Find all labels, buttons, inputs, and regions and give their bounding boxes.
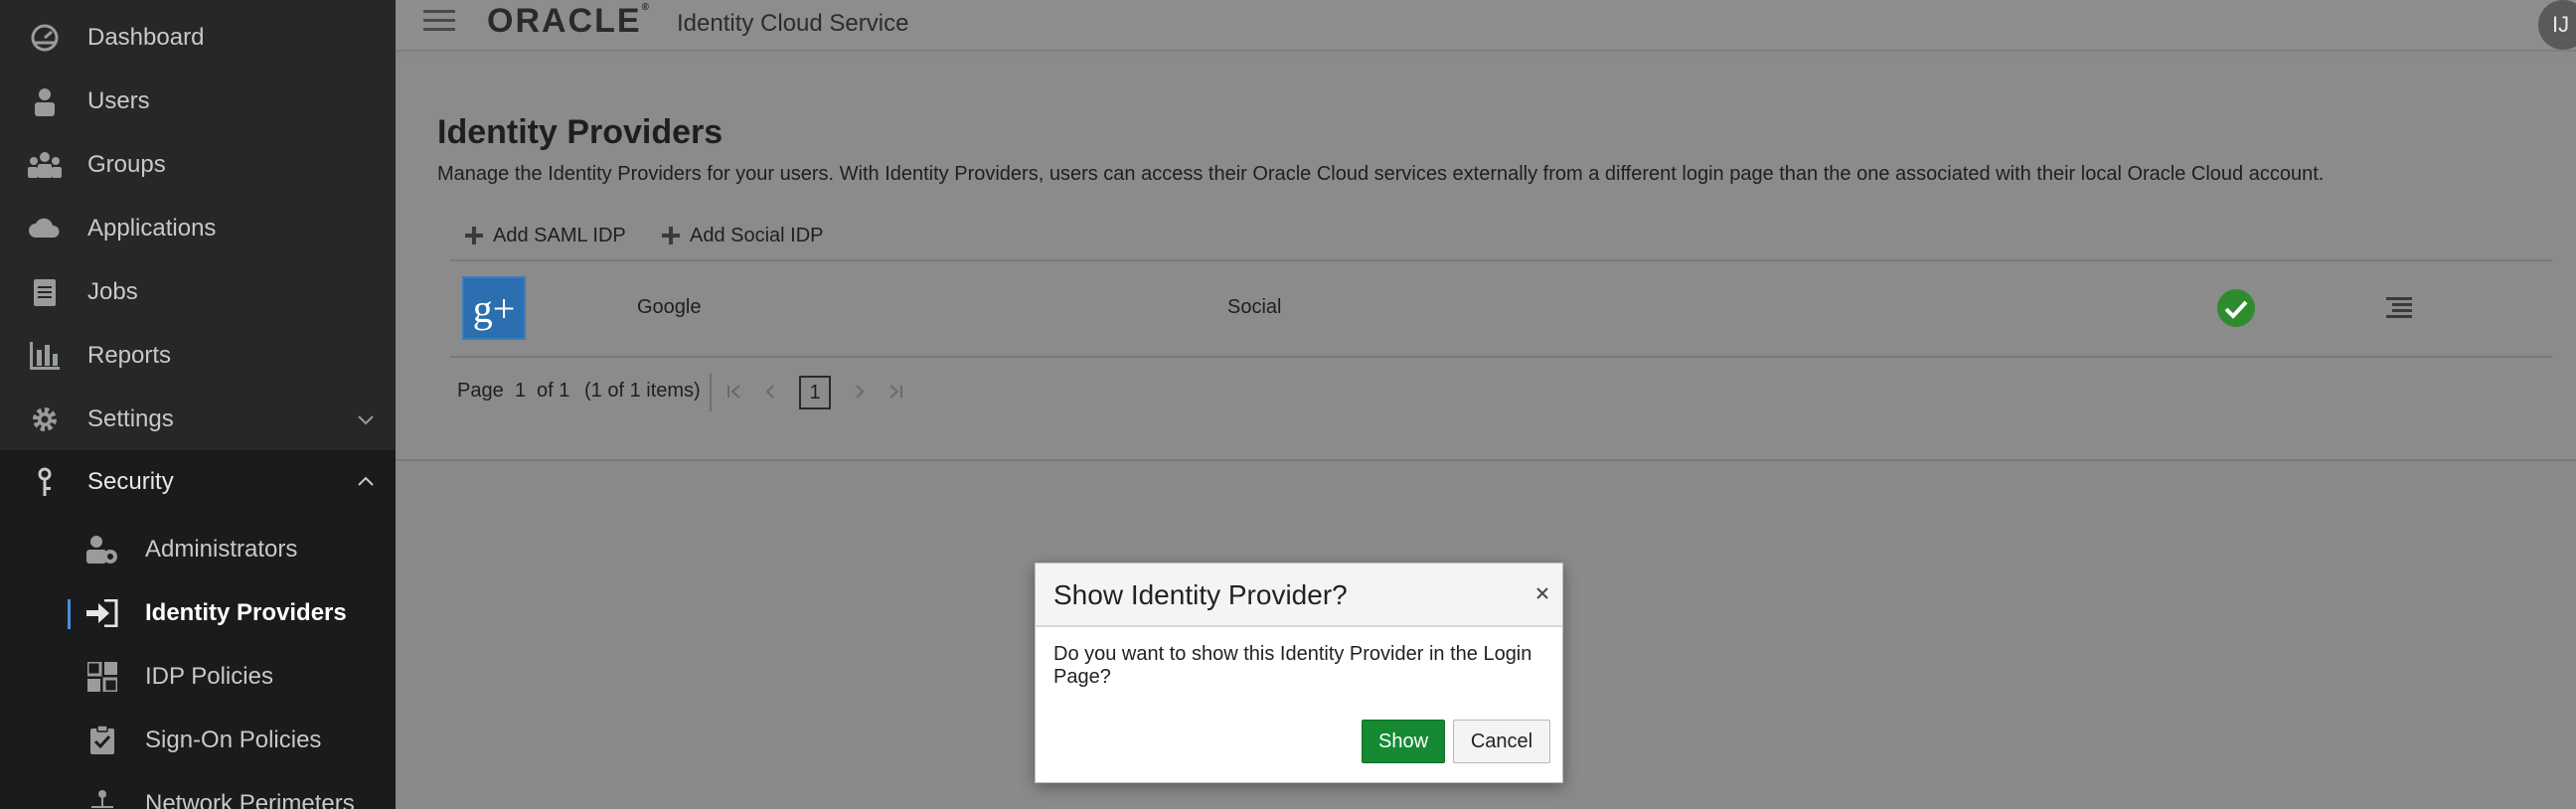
oracle-logo: ORACLE® [487, 2, 651, 40]
table-row[interactable]: g+ Google Social [450, 260, 2552, 356]
idp-type: Social [1227, 296, 1282, 318]
sidebar-item-label: Sign-On Policies [145, 727, 322, 753]
add-social-idp-label: Add Social IDP [690, 224, 824, 246]
sidebar-item-label: Applications [87, 215, 217, 242]
sidebar-item-idp-policies[interactable]: IDP Policies [0, 645, 396, 709]
idp-policies-icon [85, 660, 119, 694]
sidebar-item-jobs[interactable]: Jobs [0, 260, 396, 324]
page-title: Identity Providers [437, 113, 724, 151]
sidebar-item-settings[interactable]: Settings [0, 388, 396, 451]
sidebar-item-label: Jobs [87, 278, 138, 305]
reports-icon [28, 339, 62, 373]
dialog-title: Show Identity Provider? [1053, 579, 1348, 610]
sidebar-item-dashboard[interactable]: Dashboard [0, 6, 396, 70]
avatar[interactable]: IJ [2538, 0, 2576, 50]
check-circle-icon[interactable] [2216, 288, 2256, 328]
sidebar-item-label: Users [87, 87, 150, 114]
next-page-icon[interactable] [851, 382, 869, 402]
chevron-up-icon [358, 476, 374, 486]
user-icon [28, 84, 62, 118]
pager-page-number: 1 [515, 380, 527, 402]
pager-of-label: of 1 [537, 380, 570, 402]
sidebar-item-label: Groups [87, 151, 166, 178]
sidebar-item-label: Identity Providers [145, 599, 347, 626]
key-icon [28, 465, 62, 499]
active-indicator [68, 599, 71, 629]
sidebar-item-label: Network Perimeters [145, 790, 355, 809]
cancel-button[interactable]: Cancel [1453, 720, 1550, 763]
add-saml-idp-label: Add SAML IDP [493, 224, 626, 246]
pager-separator [710, 374, 712, 411]
show-button[interactable]: Show [1362, 720, 1445, 763]
plus-icon [465, 227, 483, 244]
sidebar-item-label: Settings [87, 405, 174, 432]
idp-name: Google [637, 296, 702, 318]
google-plus-logo: g+ [462, 276, 526, 340]
sidebar-item-security[interactable]: Security [0, 450, 396, 514]
gear-icon [28, 403, 62, 436]
admin-icon [85, 533, 119, 566]
current-page-button[interactable]: 1 [799, 376, 831, 409]
clipboard-check-icon [85, 724, 119, 757]
table-divider [450, 356, 2552, 358]
page-description: Manage the Identity Providers for your u… [437, 163, 2325, 185]
sidebar-item-groups[interactable]: Groups [0, 133, 396, 197]
sidebar-item-reports[interactable]: Reports [0, 324, 396, 388]
sidebar-item-network-perimeters[interactable]: Network Perimeters [0, 772, 396, 809]
network-icon [85, 787, 119, 809]
cloud-icon [28, 212, 62, 245]
sidebar-item-label: IDP Policies [145, 663, 273, 690]
sign-in-icon [85, 596, 119, 630]
sidebar-item-users[interactable]: Users [0, 70, 396, 133]
add-social-idp-button[interactable]: Add Social IDP [660, 219, 824, 252]
pager-items-label: (1 of 1 items) [584, 380, 701, 402]
add-saml-idp-button[interactable]: Add SAML IDP [463, 219, 626, 252]
dashboard-icon [28, 21, 62, 55]
sidebar-item-applications[interactable]: Applications [0, 197, 396, 260]
top-header: ORACLE® Identity Cloud Service IJ [396, 0, 2576, 52]
sidebar-item-administrators[interactable]: Administrators [0, 518, 396, 581]
sidebar-item-sign-on-policies[interactable]: Sign-On Policies [0, 709, 396, 772]
close-icon[interactable] [1534, 585, 1550, 601]
app-window: Dashboard Users Groups Applications Jobs [0, 0, 2576, 809]
previous-page-icon[interactable] [761, 382, 779, 402]
sidebar-item-label: Reports [87, 342, 172, 369]
groups-icon [28, 148, 62, 182]
hamburger-menu-icon[interactable] [423, 10, 457, 34]
sidebar-item-identity-providers[interactable]: Identity Providers [0, 581, 396, 645]
dialog-message: Do you want to show this Identity Provid… [1053, 643, 1532, 688]
dialog-header: Show Identity Provider? [1036, 564, 1562, 627]
plus-icon [662, 227, 680, 244]
sidebar: Dashboard Users Groups Applications Jobs [0, 0, 396, 809]
pager-page-label: Page [457, 380, 504, 402]
sidebar-item-label: Security [87, 468, 174, 495]
service-title: Identity Cloud Service [677, 10, 909, 37]
chevron-down-icon [358, 415, 374, 425]
jobs-icon [28, 275, 62, 309]
show-idp-dialog: Show Identity Provider? Do you want to s… [1035, 563, 1563, 783]
main-content: Identity Providers Manage the Identity P… [396, 64, 2576, 461]
sidebar-item-label: Dashboard [87, 24, 205, 51]
row-menu-icon[interactable] [2386, 296, 2412, 318]
last-page-icon[interactable] [886, 382, 904, 402]
sidebar-item-label: Administrators [145, 536, 298, 563]
first-page-icon[interactable] [725, 382, 743, 402]
